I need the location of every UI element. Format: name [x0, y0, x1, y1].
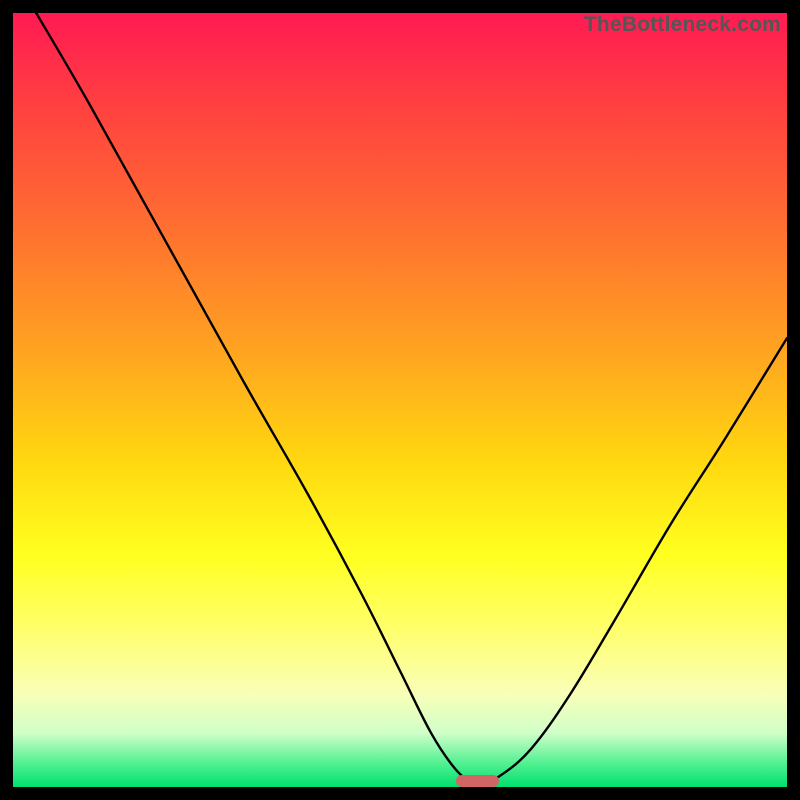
chart-frame: TheBottleneck.com	[0, 0, 800, 800]
plot-area: TheBottleneck.com	[13, 13, 787, 787]
optimal-marker	[456, 775, 499, 787]
bottleneck-curve	[13, 13, 787, 787]
